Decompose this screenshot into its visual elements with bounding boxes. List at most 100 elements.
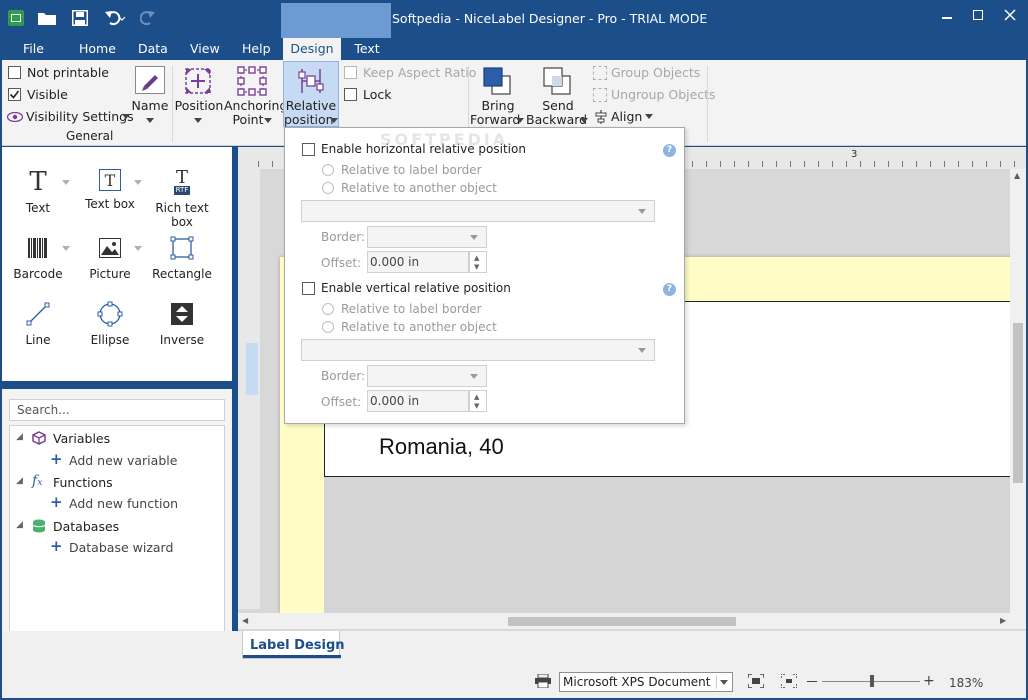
barcode-tool[interactable]: Barcode xyxy=(3,235,73,281)
tab-label-design-text: Label Design xyxy=(250,638,345,653)
ungroup-objects-button: Ungroup Objects xyxy=(611,87,716,102)
align-button[interactable]: Align xyxy=(611,109,642,124)
menu-home[interactable]: Home xyxy=(79,38,116,60)
rich-text-box-icon: T RTF xyxy=(173,166,191,195)
zoom-slider-thumb[interactable] xyxy=(870,675,874,687)
visible-checkbox[interactable] xyxy=(8,88,21,101)
database-wizard-item[interactable]: Database wizard xyxy=(69,540,173,555)
tab-label-design[interactable]: Label Design xyxy=(242,631,345,659)
ruler-highlight xyxy=(246,343,258,395)
variables-icon xyxy=(32,431,46,445)
zoom-out-button[interactable] xyxy=(807,681,817,682)
databases-node[interactable]: Databases xyxy=(53,519,119,534)
ellipse-tool-icon xyxy=(97,301,123,327)
textbox-tool[interactable]: T Text box xyxy=(75,169,145,211)
relative-label-2: position xyxy=(284,112,334,127)
chevron-down-icon xyxy=(716,675,730,689)
horizontal-relative-checkbox[interactable] xyxy=(302,143,315,156)
fit-to-window-icon[interactable] xyxy=(747,673,765,689)
picture-tool-arrow xyxy=(134,246,142,251)
general-group-label: General xyxy=(66,129,114,143)
position-icon xyxy=(183,66,213,96)
h-offset-input: 0.000 in xyxy=(367,251,469,273)
save-icon[interactable] xyxy=(71,9,89,27)
name-dropdown-arrow xyxy=(146,118,154,123)
zoom-to-selection-icon[interactable] xyxy=(780,673,798,689)
position-dropdown-arrow xyxy=(194,118,202,123)
visibility-dropdown-arrow xyxy=(122,114,130,119)
text-tool-icon: T xyxy=(29,167,47,197)
text-tool-arrow xyxy=(62,180,70,185)
vertical-scrollbar[interactable]: ▲ xyxy=(1010,169,1026,613)
name-button[interactable]: Name xyxy=(130,99,170,113)
redo-icon xyxy=(139,10,156,26)
tab-design[interactable]: Design xyxy=(283,38,341,60)
vertical-help-icon[interactable]: ? xyxy=(663,283,676,296)
picture-tool[interactable]: Picture xyxy=(75,235,145,281)
h-border-select xyxy=(367,226,487,248)
expand-variables-icon[interactable]: ◢ xyxy=(16,432,23,442)
horizontal-scroll-right-icon[interactable]: ▶ xyxy=(1000,616,1006,625)
bring-label-2: Forward xyxy=(470,112,521,127)
horizontal-scroll-thumb[interactable] xyxy=(508,617,736,626)
zoom-in-button[interactable]: + xyxy=(923,673,935,689)
add-function-plus-icon: + xyxy=(50,493,63,511)
expand-functions-icon[interactable]: ◢ xyxy=(16,476,23,486)
rectangle-tool[interactable]: Rectangle xyxy=(147,235,217,281)
h-relative-object-label: Relative to another object xyxy=(341,181,497,195)
text-tool[interactable]: T Text xyxy=(3,167,73,215)
menu-data[interactable]: Data xyxy=(138,38,168,60)
v-offset-label: Offset: xyxy=(321,395,362,409)
anchoring-label-1: Anchoring xyxy=(224,98,288,113)
eye-icon xyxy=(6,111,24,123)
open-folder-icon[interactable] xyxy=(38,11,56,25)
printer-select[interactable]: Microsoft XPS Document Wr xyxy=(559,672,733,692)
position-button[interactable]: Position xyxy=(174,99,224,113)
vertical-scroll-thumb[interactable] xyxy=(1013,323,1023,483)
text-tool-label: Text xyxy=(25,201,51,215)
inverse-tool[interactable]: Inverse xyxy=(147,301,217,347)
h-relative-border-radio xyxy=(322,164,334,176)
keep-aspect-ratio-label: Keep Aspect Ratio xyxy=(363,65,477,80)
tab-text[interactable]: Text xyxy=(344,38,390,60)
picture-tool-label: Picture xyxy=(89,267,131,281)
vertical-relative-checkbox[interactable] xyxy=(302,282,315,295)
horizontal-scrollbar[interactable]: ◀ ▶ xyxy=(238,613,1026,629)
menu-file[interactable]: File xyxy=(23,38,44,60)
undo-icon[interactable] xyxy=(104,10,126,26)
send-label-2: Backward xyxy=(526,112,588,127)
gray-area xyxy=(324,477,1012,613)
label-text[interactable]: Romania, 40 xyxy=(379,434,504,460)
add-function-item[interactable]: Add new function xyxy=(69,496,178,511)
minimize-button[interactable] xyxy=(942,17,952,19)
menu-view[interactable]: View xyxy=(190,38,220,60)
visibility-settings-button[interactable]: Visibility Settings xyxy=(26,109,134,124)
functions-node[interactable]: Functions xyxy=(53,475,113,490)
rich-text-box-tool[interactable]: T RTF Rich text box xyxy=(147,166,217,229)
search-input[interactable]: Search... xyxy=(9,399,225,421)
h-relative-border-label: Relative to label border xyxy=(341,163,482,177)
rich-text-box-label: Rich text box xyxy=(155,201,209,229)
h-offset-label: Offset: xyxy=(321,256,362,270)
zoom-level: 183% xyxy=(949,676,984,690)
horizontal-help-icon[interactable]: ? xyxy=(663,144,676,157)
functions-icon: fx xyxy=(32,473,43,489)
horizontal-scroll-left-icon[interactable]: ◀ xyxy=(242,616,248,625)
not-printable-checkbox[interactable] xyxy=(8,66,21,79)
maximize-button[interactable] xyxy=(973,10,983,20)
add-variable-item[interactable]: Add new variable xyxy=(69,453,177,468)
line-tool[interactable]: Line xyxy=(3,301,73,347)
relative-position-button[interactable]: Relative position xyxy=(283,61,339,127)
send-backward-icon xyxy=(542,66,572,96)
ellipse-tool[interactable]: Ellipse xyxy=(75,301,145,347)
expand-databases-icon[interactable]: ◢ xyxy=(16,520,23,530)
ribbon-separator xyxy=(172,66,173,142)
variables-node[interactable]: Variables xyxy=(53,431,110,446)
menu-help[interactable]: Help xyxy=(242,38,271,60)
not-printable-label: Not printable xyxy=(27,65,110,80)
bottom-bar: Label Design Microsoft XPS Document Wr +… xyxy=(2,631,1026,698)
lock-checkbox[interactable] xyxy=(344,88,357,101)
vertical-scroll-up-icon[interactable]: ▲ xyxy=(1014,171,1020,180)
close-button[interactable] xyxy=(1003,8,1017,22)
window-title: Softpedia - NiceLabel Designer - Pro - T… xyxy=(392,11,708,26)
